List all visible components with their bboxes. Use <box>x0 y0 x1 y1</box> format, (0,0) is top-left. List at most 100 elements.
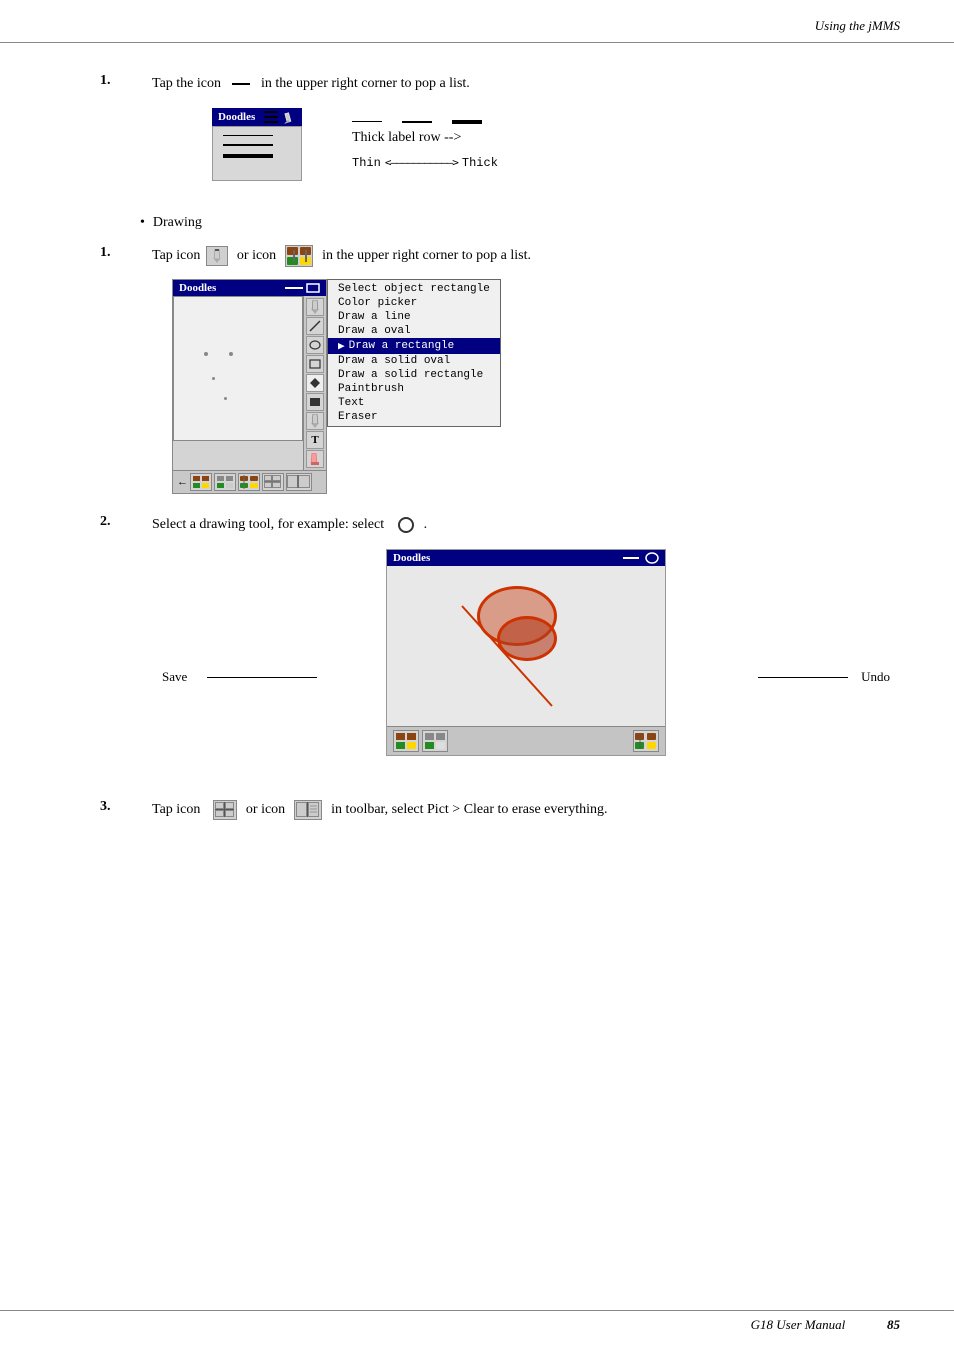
dot3 <box>212 377 215 380</box>
step1-text: Tap the icon in the upper right corner t… <box>152 73 900 94</box>
doodles-window-1: Doodles <box>212 108 302 181</box>
toolbar-oval[interactable] <box>306 336 324 354</box>
bullet-symbol: • <box>140 215 145 231</box>
menu-item-0[interactable]: Select object rectangle <box>328 282 500 296</box>
line-sample-medium <box>223 144 273 146</box>
menu-item-4[interactable]: ▶ Draw a rectangle <box>328 338 500 354</box>
toolbar-right: T <box>303 296 326 470</box>
menu-item-6[interactable]: Draw a solid rectangle <box>328 368 500 382</box>
step1b-diagram: Doodles <box>172 279 900 494</box>
arrow-dashes: <–––––––––––> <box>385 156 458 169</box>
step1b-text: Tap icon or icon <box>152 245 900 267</box>
step2-content: Select a drawing tool, for example: sele… <box>152 514 900 779</box>
dot1 <box>204 352 208 356</box>
grid-icon-step3-2 <box>294 800 322 820</box>
toolbar-rect[interactable] <box>306 355 324 373</box>
bottom-icon-2[interactable] <box>422 730 448 752</box>
step1-number: 1. <box>100 73 152 195</box>
toolbar-btn-last[interactable] <box>286 473 312 491</box>
step3-number: 3. <box>100 799 152 820</box>
doodles-titlebar-1: Doodles <box>212 108 302 126</box>
header-title: Using the jMMS <box>815 18 900 34</box>
step3-row: 3. Tap icon or icon <box>100 799 900 820</box>
menu-item-1[interactable]: Color picker <box>328 296 500 310</box>
doodles-window-2: Doodles <box>172 279 327 494</box>
toolbar-diamond-solid[interactable] <box>306 374 324 392</box>
step1b-content: Tap icon or icon <box>152 245 900 494</box>
dot4 <box>224 397 227 400</box>
step1-diagram: Doodles <box>212 108 900 181</box>
step3-text2: or icon <box>246 802 285 817</box>
toolbar-btn-grid[interactable] <box>262 473 284 491</box>
menu-item-5[interactable]: Draw a solid oval <box>328 354 500 368</box>
menu-item-3[interactable]: Draw a oval <box>328 324 500 338</box>
sample-line-2 <box>402 121 432 123</box>
step2-diagram-container: Save Undo Doodles <box>152 549 900 769</box>
menu-item-7[interactable]: Paintbrush <box>328 382 500 396</box>
toolbar-eraser[interactable] <box>306 450 324 468</box>
toolbar-btn-2[interactable] <box>214 473 236 491</box>
bottom-icon-1[interactable] <box>393 730 419 752</box>
doodles-title-1: Doodles <box>218 111 255 123</box>
doodles-titlebar-2: Doodles <box>173 280 326 296</box>
pencil-icon-inline <box>206 246 228 266</box>
step3-text1: Tap icon <box>152 802 200 817</box>
toolbar-pencil[interactable] <box>306 298 324 316</box>
arrow-back[interactable]: ← <box>177 476 188 488</box>
step1-icon-dash <box>232 83 250 85</box>
bottom-toolbar-2: ← <box>173 470 326 493</box>
grid-icon-inline <box>285 245 313 267</box>
undo-line <box>758 677 848 678</box>
oval-icon-titlebar-3[interactable] <box>645 552 659 564</box>
step3-text: Tap icon or icon <box>152 799 900 820</box>
step1b-row: 1. Tap icon or icon <box>100 245 900 494</box>
doodles-body-2: T <box>173 296 326 470</box>
step2-text2: . <box>424 517 428 532</box>
line-sample-thin <box>223 135 273 136</box>
dot2 <box>229 352 233 356</box>
toolbar-text[interactable]: T <box>306 431 324 449</box>
doodles-window-3: Doodles <box>386 549 666 756</box>
doodles-canvas-3 <box>387 566 665 726</box>
bottom-icon-3[interactable] <box>633 730 659 752</box>
footer-manual: G18 User Manual <box>751 1317 846 1333</box>
drawing-tools-menu: Select object rectangle Color picker Dra… <box>327 279 501 427</box>
page-header: Using the jMMS <box>0 0 954 43</box>
bullet-text: Drawing <box>153 215 202 231</box>
step2-row: 2. Select a drawing tool, for example: s… <box>100 514 900 779</box>
thin-label: Thin <box>352 156 381 170</box>
diamond-icon-inline <box>398 517 414 533</box>
pencil-icon-titlebar[interactable] <box>284 110 296 124</box>
sample-line-3 <box>452 120 482 124</box>
grid-icon-step3-1 <box>213 800 237 820</box>
page-footer: G18 User Manual 85 <box>0 1310 954 1333</box>
toolbar-btn-1[interactable] <box>190 473 212 491</box>
step3-content: Tap icon or icon <box>152 799 900 820</box>
line-samples-row <box>352 120 482 124</box>
save-line <box>207 677 317 678</box>
step1b-text2: or icon <box>237 248 276 263</box>
thin-thick-arrow-row: Thin <–––––––––––> Thick <box>352 156 498 170</box>
menu-item-9[interactable]: Eraser <box>328 410 500 424</box>
three-lines-icon[interactable] <box>261 111 281 123</box>
step1b-text3: in the upper right corner to pop a list. <box>322 248 531 263</box>
doodles-title-2: Doodles <box>179 282 216 294</box>
step2-number: 2. <box>100 514 152 779</box>
toolbar-pencil2[interactable] <box>306 412 324 430</box>
menu-item-8[interactable]: Text <box>328 396 500 410</box>
canvas-area-2 <box>173 296 303 441</box>
dash-btn-3[interactable] <box>623 557 639 559</box>
toolbar-solid-rect[interactable] <box>306 393 324 411</box>
step2-text: Select a drawing tool, for example: sele… <box>152 514 900 535</box>
step1-row: 1. Tap the icon in the upper right corne… <box>100 73 900 195</box>
doodles-body-1 <box>212 126 302 181</box>
menu-item-2[interactable]: Draw a line <box>328 310 500 324</box>
menu-arrow-indicator: ▶ <box>338 339 345 353</box>
toolbar-line[interactable] <box>306 317 324 335</box>
bottom-toolbar-3 <box>387 726 665 755</box>
step1b-number: 1. <box>100 245 152 494</box>
doodles-titlebar-3: Doodles <box>387 550 665 566</box>
page-content: 1. Tap the icon in the upper right corne… <box>0 43 954 880</box>
toolbar-btn-3[interactable] <box>238 473 260 491</box>
save-label-elem: Save <box>162 669 187 685</box>
